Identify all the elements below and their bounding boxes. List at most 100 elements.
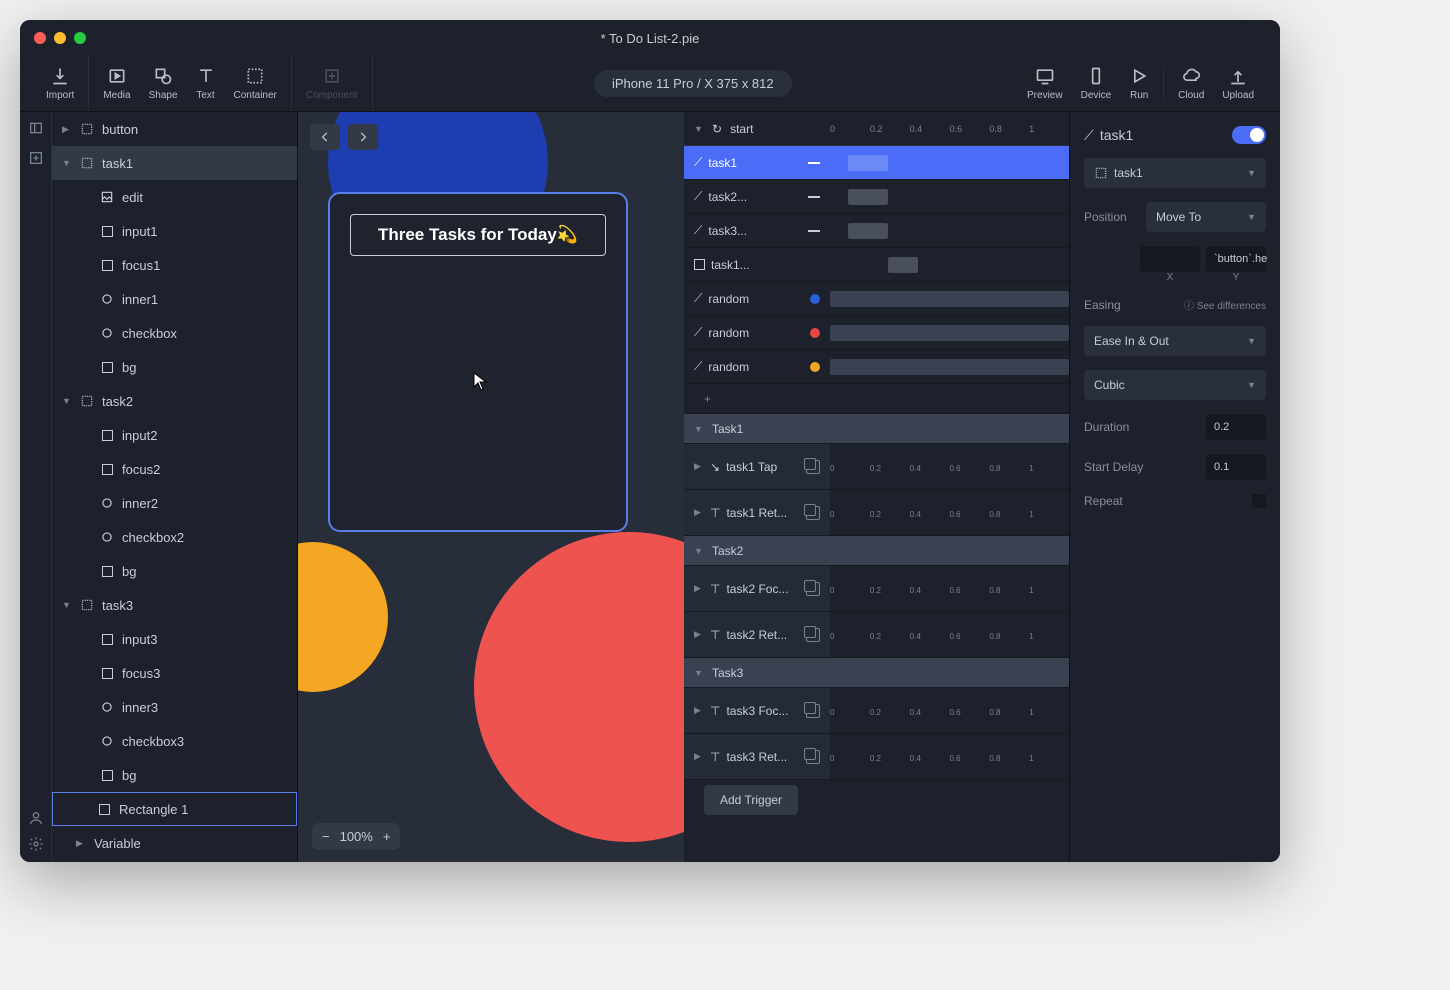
layer-checkbox3[interactable]: checkbox3 <box>52 724 297 758</box>
copy-icon[interactable] <box>806 750 820 764</box>
run-button[interactable]: Run <box>1129 66 1149 101</box>
layer-inner1[interactable]: inner1 <box>52 282 297 316</box>
shape-icon <box>153 66 173 86</box>
zoom-in-icon[interactable]: + <box>383 829 391 844</box>
copy-icon[interactable] <box>806 582 820 596</box>
shape-button[interactable]: Shape <box>149 66 178 101</box>
minus-icon[interactable] <box>808 162 820 164</box>
user-icon[interactable] <box>28 810 44 826</box>
minus-icon[interactable] <box>808 196 820 198</box>
link-icon: ⟋ <box>1084 127 1094 144</box>
group-task1[interactable]: ▼Task1 <box>684 414 1069 444</box>
component-icon <box>322 66 342 86</box>
preview-button[interactable]: Preview <box>1027 66 1063 101</box>
copy-icon[interactable] <box>806 460 820 474</box>
cursor-icon <box>473 372 489 397</box>
media-button[interactable]: Media <box>103 66 130 101</box>
trigger-task2-ret[interactable]: ▶⊤task2 Ret... 00.20.40.60.81 <box>684 612 1069 658</box>
layer-input2[interactable]: input2 <box>52 418 297 452</box>
track-random3[interactable]: ⟋random <box>684 350 1069 384</box>
zoom-control[interactable]: − 100% + <box>312 823 400 850</box>
refresh-icon[interactable]: ↻ <box>712 122 722 136</box>
layer-task3[interactable]: ▼task3 <box>52 588 297 622</box>
track-random2[interactable]: ⟋random <box>684 316 1069 350</box>
ease-type-select[interactable]: Ease In & Out▼ <box>1084 326 1266 356</box>
layer-variable[interactable]: ▶Variable <box>52 826 297 860</box>
close-icon[interactable] <box>34 32 46 44</box>
circle-icon <box>100 326 114 340</box>
device-selector[interactable]: iPhone 11 Pro / X 375 x 812 <box>594 70 792 97</box>
cloud-button[interactable]: Cloud <box>1178 66 1204 101</box>
add-trigger-button[interactable]: Add Trigger <box>704 785 798 815</box>
layer-button[interactable]: ▶button <box>52 112 297 146</box>
trigger-task1-tap[interactable]: ▶↘task1 Tap 00.20.40.60.81 <box>684 444 1069 490</box>
panel-toggle-icon[interactable] <box>28 120 44 136</box>
repeat-checkbox[interactable] <box>1252 494 1266 508</box>
add-track[interactable]: + <box>684 384 1069 414</box>
import-button[interactable]: Import <box>46 66 74 101</box>
delay-input[interactable]: 0.1 <box>1206 454 1266 480</box>
minus-icon[interactable] <box>808 230 820 232</box>
gear-icon[interactable] <box>28 836 44 852</box>
layer-inner2[interactable]: inner2 <box>52 486 297 520</box>
track-task3[interactable]: ⟋task3... <box>684 214 1069 248</box>
duration-input[interactable]: 0.2 <box>1206 414 1266 440</box>
repeat-label: Repeat <box>1084 494 1123 508</box>
rect-icon <box>100 632 114 646</box>
text-button[interactable]: Text <box>196 66 216 101</box>
trigger-task1-ret[interactable]: ▶⊤task1 Ret... 00.20.40.60.81 <box>684 490 1069 536</box>
enable-toggle[interactable] <box>1232 126 1266 144</box>
selected-card[interactable]: Three Tasks for Today💫 <box>328 192 628 532</box>
zoom-out-icon[interactable]: − <box>322 829 330 844</box>
canvas[interactable]: Three Tasks for Today💫 − 100% + <box>298 112 684 862</box>
x-input[interactable] <box>1140 246 1200 272</box>
layer-focus1[interactable]: focus1 <box>52 248 297 282</box>
forward-button[interactable] <box>348 124 378 150</box>
minimize-icon[interactable] <box>54 32 66 44</box>
rect-icon <box>100 224 114 238</box>
group-task2[interactable]: ▼Task2 <box>684 536 1069 566</box>
chevron-down-icon[interactable]: ▼ <box>694 124 704 134</box>
y-input[interactable]: `button`.he <box>1206 246 1266 272</box>
track-task2[interactable]: ⟋task2... <box>684 180 1069 214</box>
trigger-task3-ret[interactable]: ▶⊤task3 Ret... 00.20.40.60.81 <box>684 734 1069 780</box>
device-button[interactable]: Device <box>1081 66 1112 101</box>
position-mode-select[interactable]: Move To▼ <box>1146 202 1266 232</box>
track-task1b[interactable]: task1... <box>684 248 1069 282</box>
trigger-task2-foc[interactable]: ▶⊤task2 Foc... 00.20.40.60.81 <box>684 566 1069 612</box>
traffic-lights <box>34 32 86 44</box>
layer-focus3[interactable]: focus3 <box>52 656 297 690</box>
trigger-task3-foc[interactable]: ▶⊤task3 Foc... 00.20.40.60.81 <box>684 688 1069 734</box>
copy-icon[interactable] <box>806 704 820 718</box>
track-random1[interactable]: ⟋random <box>684 282 1069 316</box>
layer-task2[interactable]: ▼task2 <box>52 384 297 418</box>
upload-button[interactable]: Upload <box>1222 66 1254 101</box>
layer-checkbox[interactable]: checkbox <box>52 316 297 350</box>
ease-curve-select[interactable]: Cubic▼ <box>1084 370 1266 400</box>
component-button[interactable]: Component <box>306 66 358 101</box>
layer-inner3[interactable]: inner3 <box>52 690 297 724</box>
layer-task1[interactable]: ▼task1 <box>52 146 297 180</box>
container-button[interactable]: Container <box>234 66 277 101</box>
layer-focus2[interactable]: focus2 <box>52 452 297 486</box>
layer-edit[interactable]: edit <box>52 180 297 214</box>
layer-selector[interactable]: task1 ▼ <box>1084 158 1266 188</box>
layer-bg2[interactable]: bg <box>52 554 297 588</box>
delay-label: Start Delay <box>1084 460 1143 474</box>
properties-panel: ⟋task1 task1 ▼ Position Move To▼ `button… <box>1070 112 1280 862</box>
track-task1[interactable]: ⟋task1 <box>684 146 1069 180</box>
layer-bg3[interactable]: bg <box>52 758 297 792</box>
chevron-down-icon: ▼ <box>1247 168 1256 178</box>
copy-icon[interactable] <box>806 628 820 642</box>
layer-bg1[interactable]: bg <box>52 350 297 384</box>
layer-input3[interactable]: input3 <box>52 622 297 656</box>
layer-rectangle[interactable]: Rectangle 1 <box>52 792 297 826</box>
add-icon[interactable] <box>28 150 44 166</box>
see-differences-link[interactable]: ⓘ See differences <box>1184 297 1266 312</box>
layer-checkbox2[interactable]: checkbox2 <box>52 520 297 554</box>
back-button[interactable] <box>310 124 340 150</box>
layer-input1[interactable]: input1 <box>52 214 297 248</box>
maximize-icon[interactable] <box>74 32 86 44</box>
copy-icon[interactable] <box>806 506 820 520</box>
group-task3[interactable]: ▼Task3 <box>684 658 1069 688</box>
